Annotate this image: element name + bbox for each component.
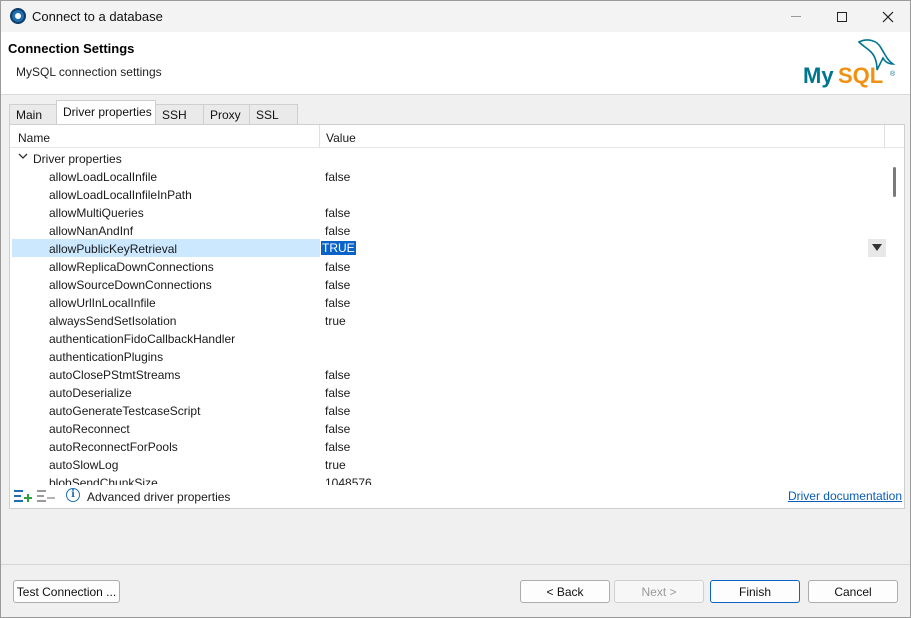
table-row[interactable]: autoReconnect false [10,419,886,437]
tab-main[interactable]: Main [9,104,57,124]
property-value[interactable]: false [325,170,350,184]
table-row[interactable]: authenticationFidoCallbackHandler [10,329,886,347]
driver-properties-panel: Name Value Driver properties allowLoadLo… [9,124,905,509]
property-name: allowLoadLocalInfile [49,170,158,184]
property-value[interactable]: false [325,440,350,454]
minimize-button[interactable] [773,1,819,32]
vertical-scrollbar[interactable] [887,149,903,485]
property-name: allowLoadLocalInfileInPath [49,188,192,202]
dbeaver-app-icon [10,8,26,24]
tab-ssl[interactable]: SSL [249,104,298,124]
add-property-icon[interactable] [14,489,32,503]
info-icon: i [66,488,80,502]
property-value[interactable]: false [325,404,350,418]
test-connection-button[interactable]: Test Connection ... [13,580,120,603]
property-value[interactable]: false [325,422,350,436]
properties-toolbar: i Advanced driver properties Driver docu… [10,485,904,508]
table-row-selected[interactable]: allowPublicKeyRetrieval TRUE [10,239,886,257]
button-bar-divider [1,564,910,565]
maximize-icon [837,11,847,22]
property-value[interactable]: false [325,386,350,400]
property-value[interactable]: true [325,314,346,328]
table-row[interactable]: autoSlowLog true [10,455,886,473]
property-name: allowSourceDownConnections [49,278,212,292]
chevron-down-icon[interactable] [18,151,28,164]
title-bar: Connect to a database [1,1,910,32]
driver-documentation-link[interactable]: Driver documentation [788,489,902,503]
property-name: alwaysSendSetIsolation [49,314,177,328]
property-name: allowNanAndInf [49,224,134,238]
table-row[interactable]: blobSendChunkSize 1048576 [10,473,886,485]
triangle-down-icon [872,244,882,251]
table-row[interactable]: autoDeserialize false [10,383,886,401]
property-name: allowMultiQueries [49,206,144,220]
maximize-button[interactable] [819,1,865,32]
wizard-header: Connection Settings MySQL connection set… [1,32,910,95]
property-value[interactable]: false [325,368,350,382]
column-divider-end [884,125,885,147]
page-title: Connection Settings [8,41,135,56]
svg-text:SQL: SQL [838,63,883,88]
property-name: authenticationPlugins [49,350,164,364]
tab-proxy[interactable]: Proxy [203,104,250,124]
property-name: allowUrlInLocalInfile [49,296,156,310]
close-button[interactable] [865,1,911,32]
table-row[interactable]: authenticationPlugins [10,347,886,365]
group-row-driver-properties[interactable]: Driver properties [10,149,886,167]
properties-tree: Driver properties allowLoadLocalInfile f… [10,149,886,485]
table-row[interactable]: allowMultiQueries false [10,203,886,221]
table-row[interactable]: allowReplicaDownConnections false [10,257,886,275]
property-name: authenticationFidoCallbackHandler [49,332,236,346]
window-title: Connect to a database [32,9,163,24]
property-value-editor[interactable]: TRUE [321,241,356,255]
table-row[interactable]: allowSourceDownConnections false [10,275,886,293]
remove-property-icon[interactable] [37,489,55,503]
mysql-logo: My SQL ® [803,39,896,88]
close-icon [882,11,894,22]
group-label: Driver properties [33,152,122,166]
table-row[interactable]: autoReconnectForPools false [10,437,886,455]
scrollbar-thumb[interactable] [893,167,896,197]
table-row[interactable]: autoGenerateTestcaseScript false [10,401,886,419]
property-name: autoClosePStmtStreams [49,368,181,382]
tab-ssh[interactable]: SSH [155,104,204,124]
table-row[interactable]: allowNanAndInf false [10,221,886,239]
table-row[interactable]: allowLoadLocalInfileInPath [10,185,886,203]
property-name: autoReconnect [49,422,130,436]
property-value[interactable]: true [325,458,346,472]
minimize-icon [791,16,801,17]
property-name: blobSendChunkSize [49,476,158,485]
cancel-button[interactable]: Cancel [808,580,898,603]
advanced-properties-label: Advanced driver properties [87,490,231,504]
property-name: allowPublicKeyRetrieval [49,242,178,256]
dialog-window: Connect to a database Connection Setting… [0,0,911,618]
property-value[interactable]: false [325,296,350,310]
property-name: autoReconnectForPools [49,440,178,454]
table-row[interactable]: allowUrlInLocalInfile false [10,293,886,311]
svg-text:My: My [803,63,834,88]
column-header: Name Value [10,125,904,148]
property-name: autoDeserialize [49,386,132,400]
finish-button[interactable]: Finish [710,580,800,603]
table-row[interactable]: autoClosePStmtStreams false [10,365,886,383]
property-value[interactable]: false [325,278,350,292]
name-column-header[interactable]: Name [18,131,50,145]
property-name: allowReplicaDownConnections [49,260,214,274]
value-dropdown-button[interactable] [868,239,886,257]
table-row[interactable]: alwaysSendSetIsolation true [10,311,886,329]
back-button[interactable]: < Back [520,580,610,603]
column-divider[interactable] [319,125,320,147]
property-value[interactable]: false [325,224,350,238]
tab-driver-properties[interactable]: Driver properties [56,100,156,124]
next-button[interactable]: Next > [614,580,704,603]
svg-text:®: ® [890,70,896,78]
table-row[interactable]: allowLoadLocalInfile false [10,167,886,185]
value-column-header[interactable]: Value [326,131,356,145]
property-value[interactable]: false [325,206,350,220]
property-name: autoSlowLog [49,458,119,472]
property-value[interactable]: false [325,260,350,274]
property-value[interactable]: 1048576 [325,476,372,485]
page-subtitle: MySQL connection settings [16,65,162,79]
property-name: autoGenerateTestcaseScript [49,404,201,418]
